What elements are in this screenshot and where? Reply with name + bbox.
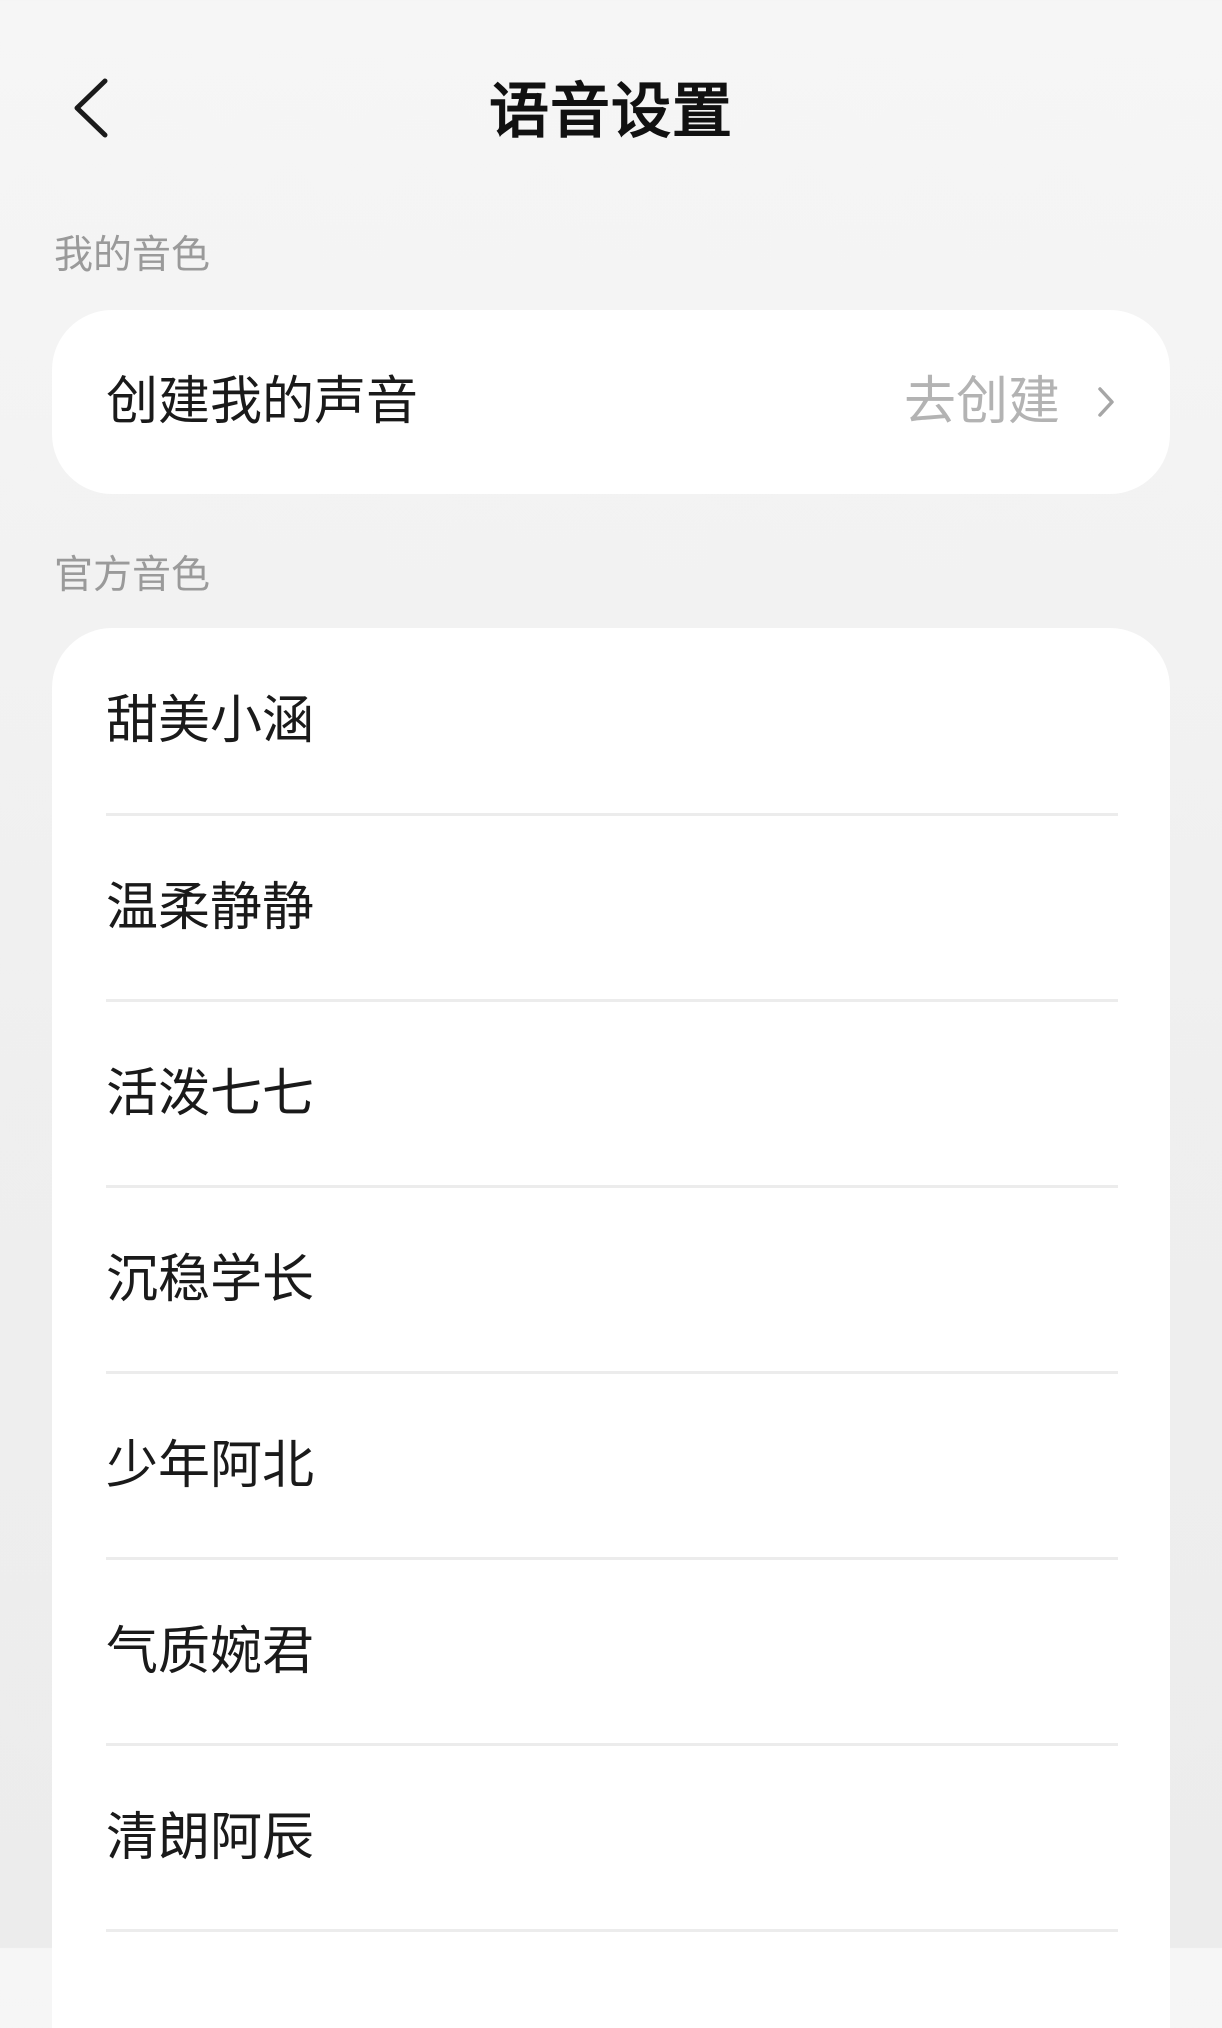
voice-item-label: 少年阿北 (106, 1435, 315, 1496)
voice-item-label: 温柔静静 (106, 877, 315, 938)
voice-item-label: 活泼七七 (106, 1063, 315, 1124)
voice-item-label: 甜美小涵 (106, 690, 315, 751)
official-voice-list: 甜美小涵 温柔静静 活泼七七 沉稳学长 少年阿北 气质婉君 清朗阿辰 (52, 628, 1170, 2028)
create-action[interactable]: 去创建 (904, 367, 1116, 437)
go-create-link[interactable]: 去创建 (904, 367, 1060, 437)
voice-item-chenwen-xuezhang[interactable]: 沉稳学长 (106, 1188, 1118, 1374)
create-my-voice-item[interactable]: 创建我的声音 去创建 (52, 310, 1170, 494)
page-title: 语音设置 (489, 77, 733, 147)
voice-item-shaonian-abei[interactable]: 少年阿北 (106, 1374, 1118, 1560)
voice-item-tianmei-xiaohan[interactable]: 甜美小涵 (106, 628, 1118, 816)
voice-item-huopo-qiqi[interactable]: 活泼七七 (106, 1002, 1118, 1188)
section-label-my-voice: 我的音色 (54, 233, 211, 278)
voice-item-label: 沉稳学长 (106, 1249, 315, 1310)
voice-item-qizhi-wanjun[interactable]: 气质婉君 (106, 1560, 1118, 1746)
voice-item-qinglang-achen[interactable]: 清朗阿辰 (106, 1746, 1118, 1932)
header: 语音设置 (0, 0, 1222, 222)
voice-item-label: 气质婉君 (106, 1621, 315, 1682)
chevron-right-icon (1096, 385, 1116, 419)
voice-item-label: 清朗阿辰 (106, 1807, 315, 1868)
create-my-voice-label: 创建我的声音 (106, 372, 419, 432)
voice-item-wenrou-jingjing[interactable]: 温柔静静 (106, 816, 1118, 1002)
section-label-official-voice: 官方音色 (54, 553, 211, 598)
